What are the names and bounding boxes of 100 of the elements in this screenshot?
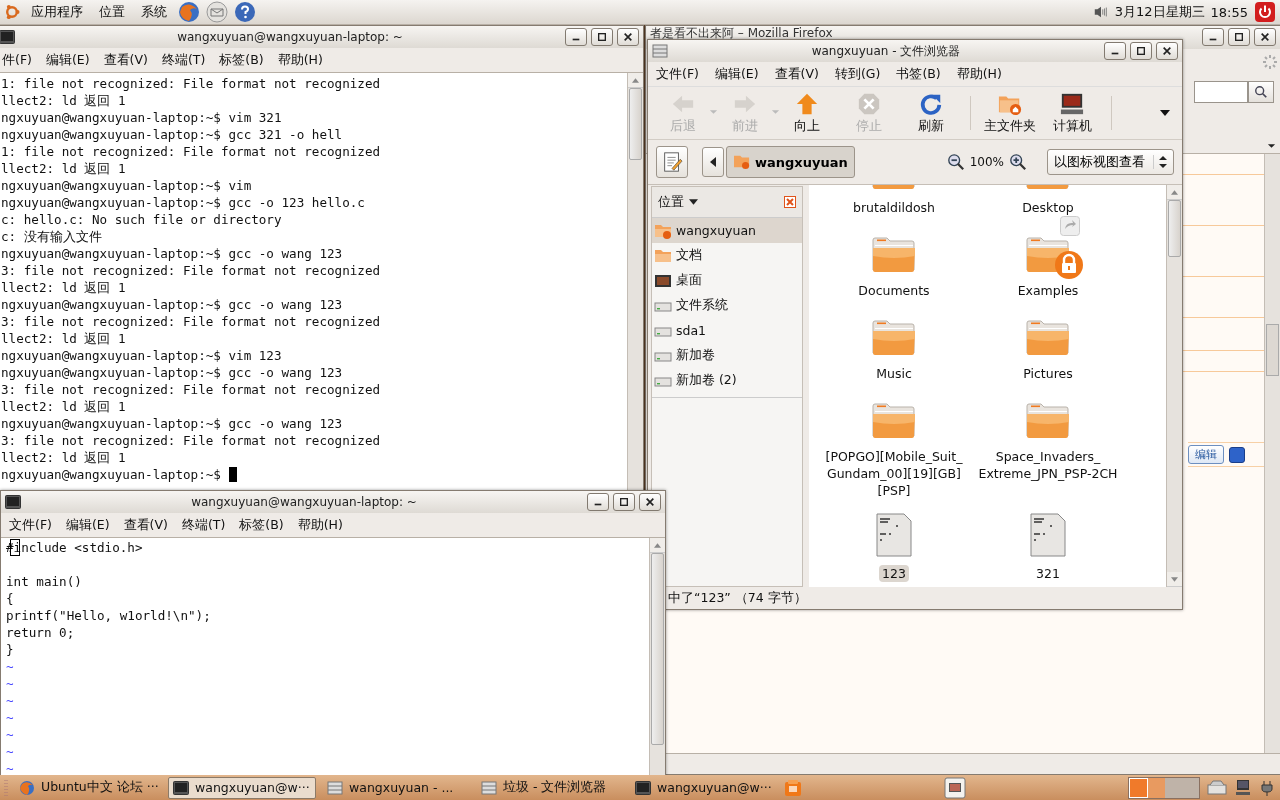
- file-name[interactable]: Desktop: [1019, 199, 1077, 216]
- minimize-button[interactable]: [1202, 28, 1224, 46]
- menu-item[interactable]: 帮助(H): [956, 65, 1002, 83]
- view-mode-dropdown[interactable]: 以图标视图查看: [1047, 149, 1174, 175]
- edit-button[interactable]: 编辑: [1188, 445, 1224, 464]
- dropdown-arrow-icon[interactable]: [689, 199, 698, 205]
- network-icon[interactable]: [1234, 778, 1252, 797]
- file-name[interactable]: Examples: [1014, 282, 1082, 299]
- menu-item[interactable]: 帮助(H): [297, 516, 343, 534]
- package-icon[interactable]: [784, 778, 802, 797]
- menu-item[interactable]: 标签(B): [239, 516, 284, 534]
- sidebar-item[interactable]: 桌面: [652, 268, 802, 293]
- ubuntu-logo-icon[interactable]: [4, 4, 20, 20]
- menu-item[interactable]: 文件(F): [9, 516, 52, 534]
- sidebar-item[interactable]: 新加卷: [652, 343, 802, 368]
- panel-menu[interactable]: 位置: [94, 3, 130, 21]
- scrollbar-thumb[interactable]: [1168, 200, 1181, 257]
- file-name[interactable]: Music: [873, 365, 915, 382]
- menu-item[interactable]: 查看(V): [103, 51, 148, 69]
- menu-item[interactable]: 件(F): [2, 51, 32, 69]
- sidebar-item[interactable]: 文档: [652, 243, 802, 268]
- maximize-button[interactable]: [1130, 42, 1152, 60]
- plug-icon[interactable]: [1258, 778, 1276, 797]
- scrollbar-thumb[interactable]: [629, 88, 642, 160]
- speaker-icon[interactable]: [1092, 4, 1109, 20]
- minimize-button[interactable]: [587, 493, 609, 511]
- up-arrow-icon[interactable]: [632, 77, 639, 83]
- toolbar-button[interactable]: 向上: [776, 89, 838, 137]
- zoom-in-icon[interactable]: [1009, 153, 1027, 171]
- taskbar-button[interactable]: Ubuntu中文 论坛 ···: [14, 776, 162, 799]
- zoom-out-icon[interactable]: [946, 153, 965, 171]
- envelope-icon[interactable]: [206, 1, 228, 23]
- panel-menu[interactable]: 系统: [136, 3, 172, 21]
- power-icon[interactable]: [1254, 1, 1276, 23]
- sidebar-item[interactable]: 新加卷 (2): [652, 368, 802, 393]
- date-label[interactable]: 3月12日星期三: [1114, 3, 1205, 21]
- folder-icon[interactable]: [872, 319, 916, 357]
- minimize-button[interactable]: [1104, 42, 1126, 60]
- file-name[interactable]: Documents: [855, 282, 933, 299]
- overflow-arrow-icon[interactable]: [1160, 110, 1170, 116]
- maximize-button[interactable]: [591, 28, 613, 46]
- taskbar-button[interactable]: wangxuyuan - ...: [322, 776, 470, 799]
- dropdown-arrow-icon[interactable]: [1267, 143, 1276, 149]
- scrollbar-thumb[interactable]: [651, 553, 664, 745]
- folder-icon[interactable]: [872, 236, 916, 274]
- edit-location-button[interactable]: [656, 146, 688, 178]
- taskbar-button[interactable]: wangxuyuan@w···: [168, 776, 316, 799]
- menu-item[interactable]: 转到(G): [834, 65, 881, 83]
- menu-item[interactable]: 文件(F): [656, 65, 699, 83]
- panel-menu[interactable]: 应用程序: [26, 3, 88, 21]
- file-name[interactable]: brutaldildosh: [850, 199, 938, 216]
- menu-item[interactable]: 编辑(E): [714, 65, 759, 83]
- search-button[interactable]: [1248, 81, 1274, 103]
- screen-icon[interactable]: [944, 776, 966, 799]
- taskbar-button[interactable]: wangxuyuan@w···: [630, 776, 778, 799]
- close-button[interactable]: [617, 28, 639, 46]
- folder-icon[interactable]: [1026, 319, 1070, 357]
- menu-item[interactable]: 编辑(E): [65, 516, 110, 534]
- close-button[interactable]: [639, 493, 661, 511]
- toolbar-button[interactable]: 计算机: [1041, 89, 1103, 137]
- menu-item[interactable]: 书签(B): [896, 65, 941, 83]
- sidebar-item[interactable]: 文件系统: [652, 293, 802, 318]
- file-name[interactable]: 123: [879, 565, 909, 582]
- menu-item[interactable]: 查看(V): [774, 65, 819, 83]
- scrollbar[interactable]: [1264, 154, 1280, 753]
- help-icon[interactable]: [234, 1, 256, 23]
- menu-item[interactable]: 终端(T): [161, 51, 206, 69]
- menu-item[interactable]: 查看(V): [123, 516, 168, 534]
- scrollbar[interactable]: [627, 73, 643, 490]
- toolbar-button[interactable]: 刷新: [900, 89, 962, 137]
- scrollbar[interactable]: [1166, 185, 1182, 587]
- file-name[interactable]: 321: [1033, 565, 1063, 582]
- text-file-icon[interactable]: [1030, 513, 1066, 557]
- maximize-button[interactable]: [613, 493, 635, 511]
- up-arrow-icon[interactable]: [1171, 189, 1178, 195]
- minimize-button[interactable]: [565, 28, 587, 46]
- sidebar-title[interactable]: 位置: [658, 193, 684, 211]
- close-icon[interactable]: [784, 196, 796, 208]
- close-button[interactable]: [1156, 42, 1178, 60]
- menu-item[interactable]: 标签(B): [219, 51, 264, 69]
- path-back-button[interactable]: [702, 147, 724, 177]
- maximize-button[interactable]: [1228, 28, 1250, 46]
- file-name[interactable]: Pictures: [1020, 365, 1076, 382]
- search-field[interactable]: [1194, 81, 1248, 103]
- menu-item[interactable]: 编辑(E): [45, 51, 90, 69]
- text-file-icon[interactable]: [876, 513, 912, 557]
- menu-item[interactable]: 终端(T): [181, 516, 226, 534]
- sidebar-item[interactable]: sda1: [652, 318, 802, 343]
- path-button[interactable]: wangxuyuan: [726, 146, 855, 178]
- menu-item[interactable]: 帮助(H): [277, 51, 323, 69]
- taskbar-button[interactable]: 垃圾 - 文件浏览器: [476, 776, 624, 799]
- clock-label[interactable]: 18:55: [1210, 4, 1248, 20]
- workspace-switcher[interactable]: [1128, 776, 1200, 799]
- toolbar-button[interactable]: 主文件夹: [979, 89, 1041, 137]
- sidebar-item[interactable]: wangxuyuan: [652, 218, 802, 243]
- file-name[interactable]: [POPGO][Mobile_Suit_ Gundam_00][19][GB] [PSP]: [817, 448, 971, 499]
- scrollbar-thumb[interactable]: [1266, 324, 1279, 376]
- up-arrow-icon[interactable]: [654, 542, 661, 548]
- globe-icon[interactable]: [178, 1, 200, 23]
- folder-icon[interactable]: [1026, 402, 1070, 440]
